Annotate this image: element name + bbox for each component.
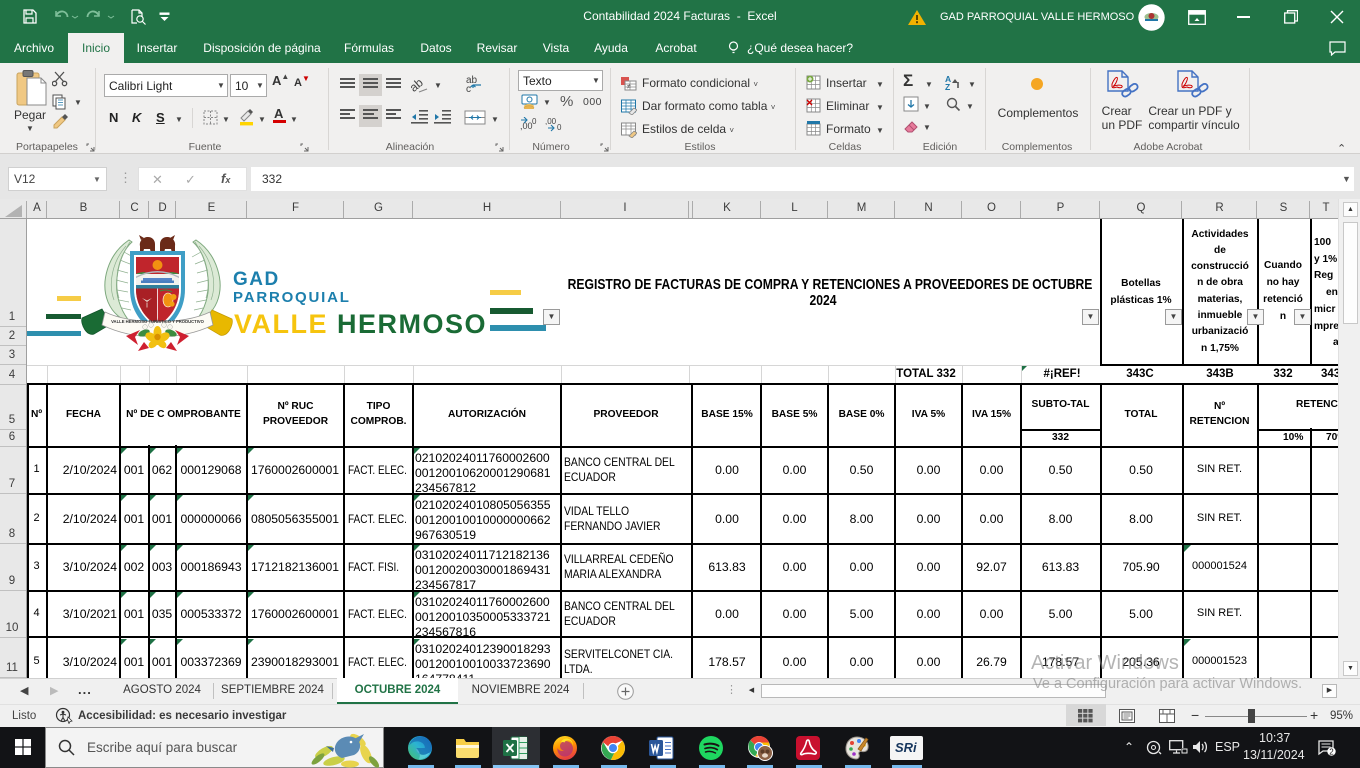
svg-text:c: c bbox=[466, 84, 471, 94]
svg-text:,00: ,00 bbox=[520, 121, 533, 131]
svg-text:≠: ≠ bbox=[627, 84, 631, 91]
svg-text:Z: Z bbox=[945, 82, 950, 91]
svg-text:,00: ,00 bbox=[545, 117, 557, 126]
svg-text:0: 0 bbox=[532, 117, 537, 126]
svg-text:VALLE HERMOSO TURÍSTICO Y PROD: VALLE HERMOSO TURÍSTICO Y PRODUCTIVO bbox=[111, 319, 205, 324]
svg-text:2: 2 bbox=[1329, 748, 1334, 757]
svg-text:0: 0 bbox=[557, 123, 562, 132]
